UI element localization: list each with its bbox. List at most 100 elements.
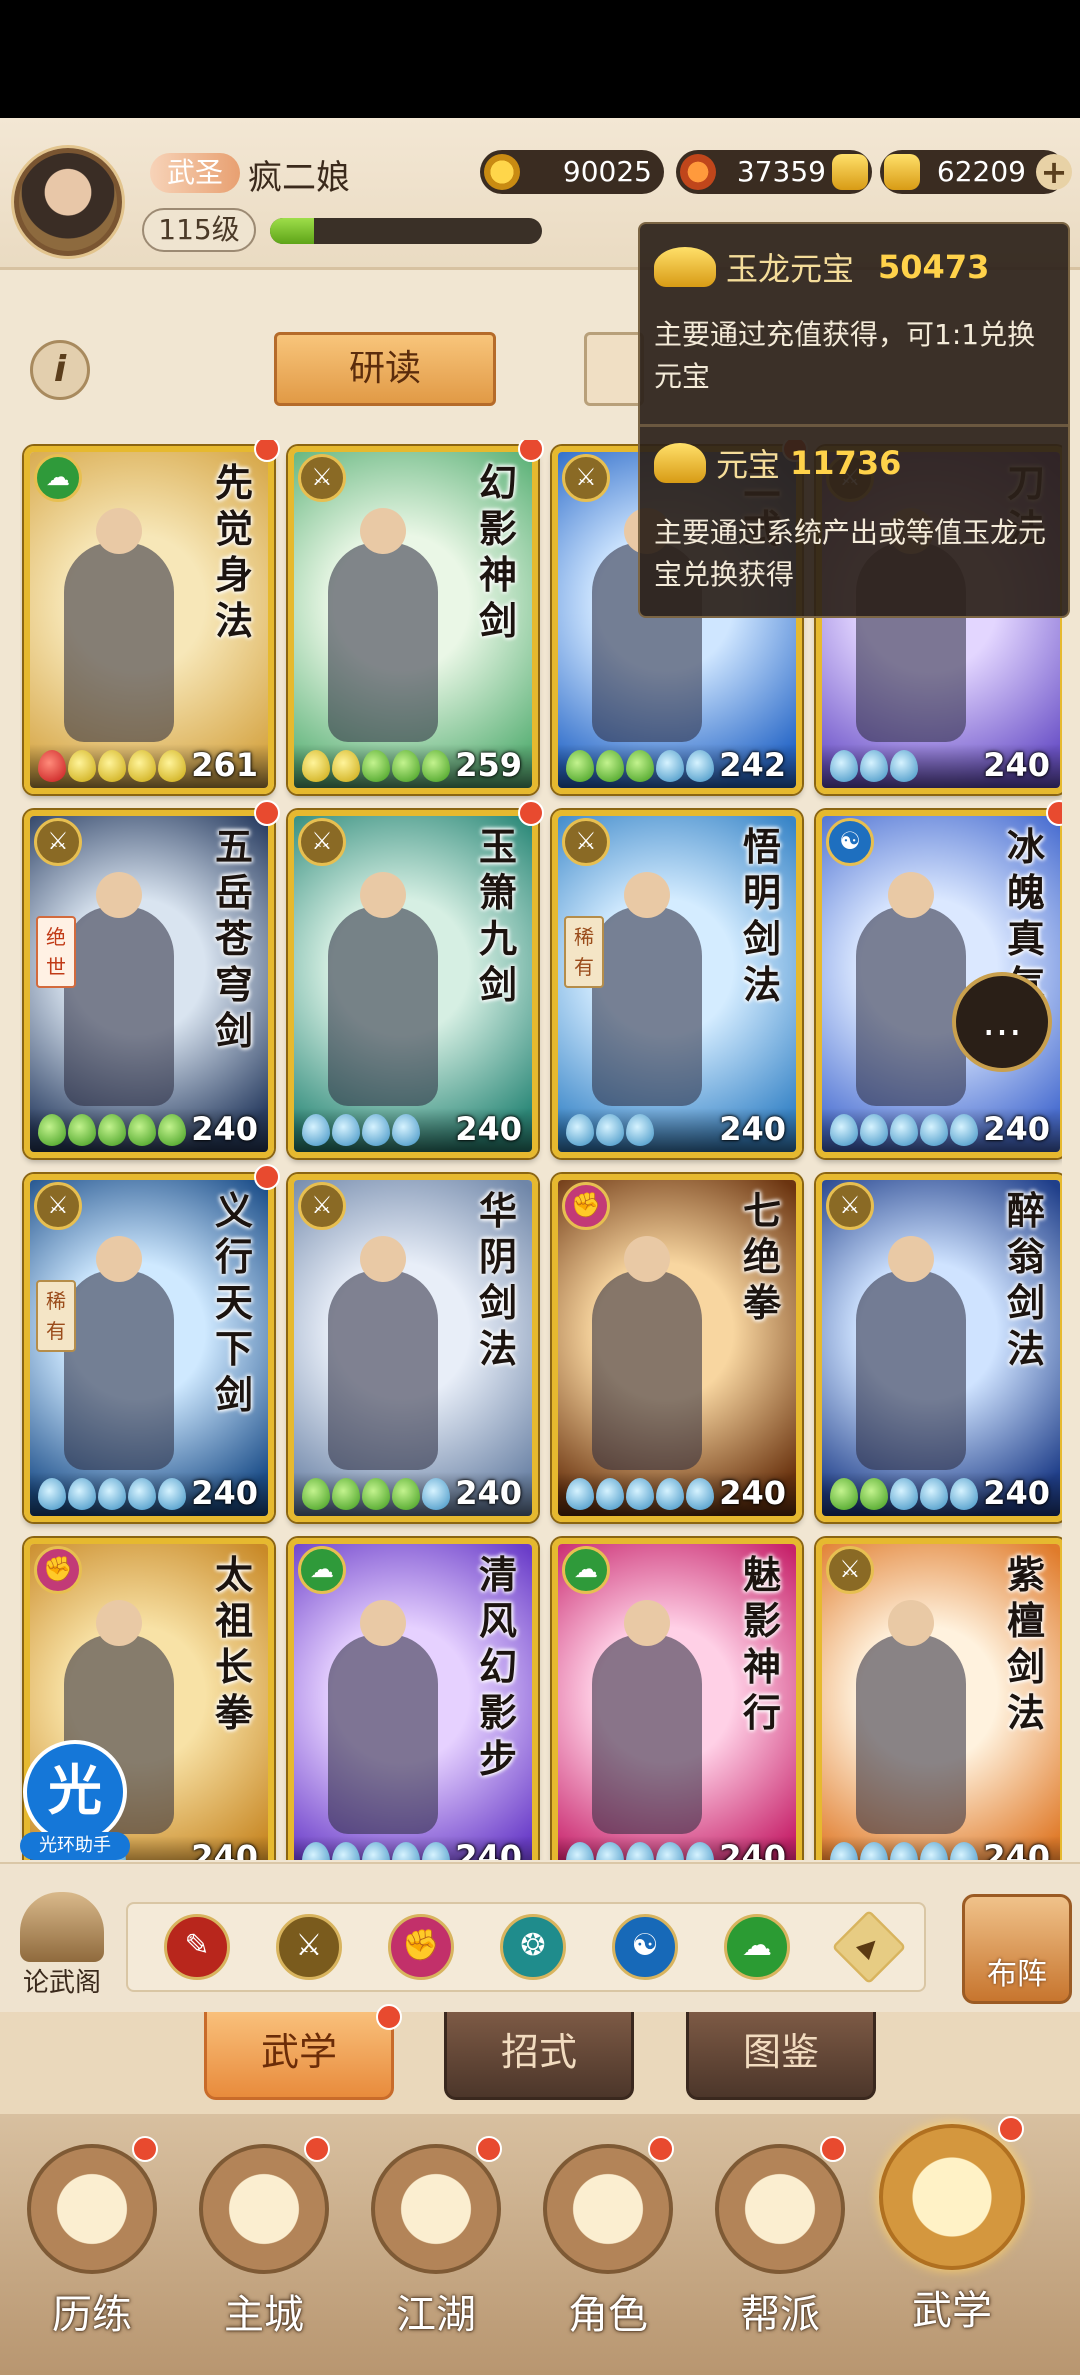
blue-orb-icon — [302, 1842, 330, 1860]
skill-card[interactable]: ⚔ 幻影神剑 259 — [288, 446, 538, 794]
nav-icon — [199, 2144, 329, 2274]
tab-wuxue[interactable]: 武学 — [204, 2012, 394, 2100]
ingot-icon — [654, 443, 706, 483]
blue-orb-icon — [332, 1842, 360, 1860]
star-orbs — [302, 750, 450, 782]
study-button[interactable]: 研读 — [274, 332, 496, 406]
martial-artist-figure — [328, 508, 438, 742]
xp-fill — [270, 218, 314, 244]
nav-item-3[interactable]: 角色 — [528, 2136, 688, 2364]
red-blade-filter-icon[interactable]: ✎ — [164, 1914, 230, 1980]
gold-element-icon: ⚔ — [826, 1182, 874, 1230]
blue-orb-icon — [860, 750, 888, 782]
currency-coin[interactable]: 90025 — [480, 150, 664, 194]
martial-artist-figure — [592, 872, 702, 1106]
pink-fist-filter-icon[interactable]: ✊ — [388, 1914, 454, 1980]
green-swirl-filter-icon[interactable]: ☁ — [724, 1914, 790, 1980]
martial-artist-figure — [328, 1600, 438, 1834]
notification-dot — [476, 2136, 502, 2162]
formation-button[interactable]: 布阵 — [962, 1894, 1072, 2004]
teal-fan-filter-icon[interactable]: ❂ — [500, 1914, 566, 1980]
skill-card[interactable]: ⚔ 悟明剑法 稀有 240 — [552, 810, 802, 1158]
skill-card[interactable]: ☁ 清风幻影步 240 — [288, 1538, 538, 1860]
blue-orb-icon — [890, 1114, 918, 1146]
chat-bubble-icon[interactable]: … — [952, 972, 1052, 1072]
info-button[interactable]: i — [30, 340, 90, 400]
nav-icon — [879, 2124, 1025, 2270]
blue-orb-icon — [890, 750, 918, 782]
green-element-icon: ☁ — [562, 1546, 610, 1594]
rarity-tag: 绝世 — [36, 916, 76, 988]
card-footer: 240 — [30, 1472, 268, 1516]
nav-label: 角色 — [568, 2292, 648, 2338]
rarity-tag: 稀有 — [36, 1280, 76, 1352]
nav-icon — [371, 2144, 501, 2274]
ingot-value: 62209 — [936, 155, 1026, 188]
card-name: 悟明剑法 — [742, 824, 781, 1007]
card-name: 华阴剑法 — [478, 1188, 517, 1371]
nav-label: 主城 — [224, 2292, 304, 2338]
helper-widget[interactable]: 光 光环助手 — [14, 1740, 136, 1860]
blue-orb-icon — [128, 1478, 156, 1510]
level-badge: 115级 — [142, 208, 256, 252]
star-orbs — [566, 1478, 714, 1510]
player-avatar[interactable] — [14, 148, 122, 256]
nav-item-4[interactable]: 帮派 — [700, 2136, 860, 2364]
tab-zhaoshi[interactable]: 招式 — [444, 2012, 634, 2100]
notification-dot — [132, 2136, 158, 2162]
star-orbs — [566, 1114, 654, 1146]
notification-dot — [254, 800, 280, 826]
skill-card[interactable]: ✊ 七绝拳 240 — [552, 1174, 802, 1522]
currency-ingot[interactable]: 62209 + — [880, 150, 1072, 194]
gold-rank-filter-icon[interactable]: ▲ — [831, 1909, 907, 1985]
skill-card[interactable]: ⚔ 紫檀剑法 240 — [816, 1538, 1062, 1860]
currency-gem[interactable]: 37359 — [676, 150, 872, 194]
green-orb-icon — [68, 1114, 96, 1146]
green-orb-icon — [302, 1478, 330, 1510]
nav-label: 武学 — [912, 2288, 992, 2334]
nav-item-0[interactable]: 历练 — [12, 2136, 172, 2364]
card-footer: 240 — [294, 1836, 532, 1860]
card-level: 240 — [455, 1474, 522, 1512]
star-orbs — [38, 1114, 186, 1146]
blue-orb-icon — [626, 1842, 654, 1860]
gold-sword-filter-icon[interactable]: ⚔ — [276, 1914, 342, 1980]
card-level: 240 — [191, 1110, 258, 1148]
skill-card[interactable]: ☁ 魅影神行 240 — [552, 1538, 802, 1860]
blue-orb-icon — [656, 1842, 684, 1860]
notification-dot — [376, 2004, 402, 2030]
skill-card[interactable]: ⚔ 玉箫九剑 240 — [288, 810, 538, 1158]
skill-card[interactable]: ⚔ 醉翁剑法 240 — [816, 1174, 1062, 1522]
skill-card[interactable]: ☁ 先觉身法 261 — [24, 446, 274, 794]
jade-ingot-icon — [654, 247, 716, 287]
card-level: 240 — [983, 1110, 1050, 1148]
blue-orb-icon — [596, 1478, 624, 1510]
skill-card[interactable]: ⚔ 义行天下剑 稀有 240 — [24, 1174, 274, 1522]
martial-artist-figure — [328, 872, 438, 1106]
green-orb-icon — [830, 1478, 858, 1510]
blue-orb-icon — [920, 1478, 948, 1510]
blue-yinyang-filter-icon[interactable]: ☯ — [612, 1914, 678, 1980]
card-name: 紫檀剑法 — [1006, 1552, 1045, 1735]
gold-element-icon: ⚔ — [34, 1182, 82, 1230]
nav-item-1[interactable]: 主城 — [184, 2136, 344, 2364]
card-level: 242 — [719, 746, 786, 784]
gold-element-icon: ⚔ — [826, 1546, 874, 1594]
lunwu-pavilion-button[interactable]: 论武阁 — [10, 1892, 114, 2002]
notification-dot — [998, 2116, 1024, 2142]
blue-orb-icon — [362, 1842, 390, 1860]
martial-artist-figure — [856, 1236, 966, 1470]
add-currency-icon[interactable]: + — [1036, 154, 1072, 190]
nav-item-5[interactable]: 武学 — [872, 2116, 1032, 2344]
element-filter-strip: ✎ ⚔ ✊ ❂ ☯ ☁ ▲ — [126, 1902, 926, 1992]
card-name: 清风幻影步 — [478, 1552, 517, 1781]
card-level: 259 — [455, 746, 522, 784]
martial-artist-figure — [64, 508, 174, 742]
tab-tujian[interactable]: 图鉴 — [686, 2012, 876, 2100]
skill-card[interactable]: ⚔ 华阴剑法 240 — [288, 1174, 538, 1522]
skill-card[interactable]: ⚔ 五岳苍穹剑 绝世 240 — [24, 810, 274, 1158]
nav-item-2[interactable]: 江湖 — [356, 2136, 516, 2364]
blue-orb-icon — [686, 750, 714, 782]
nav-label: 江湖 — [396, 2292, 476, 2338]
secondary-button[interactable] — [584, 332, 644, 406]
